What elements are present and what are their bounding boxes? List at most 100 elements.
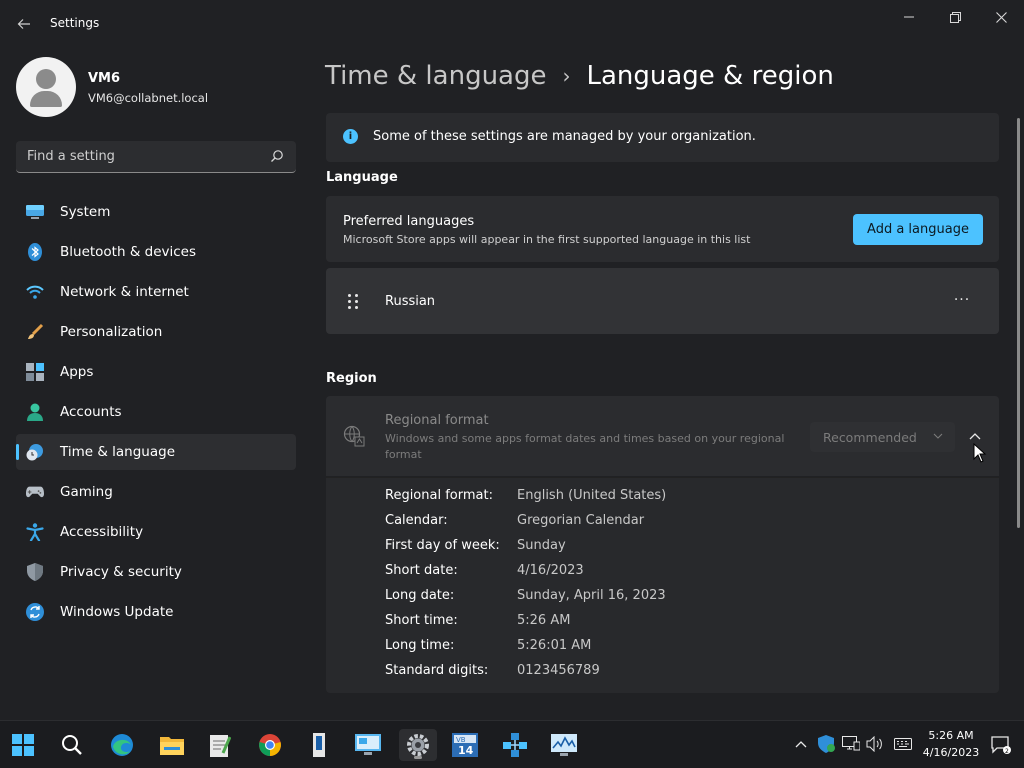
taskbar-network-tool[interactable]	[499, 729, 531, 761]
show-hidden-icons-button[interactable]	[795, 733, 807, 755]
scrollbar[interactable]	[1017, 118, 1020, 528]
restore-icon	[949, 11, 961, 23]
sidebar-item-label: Gaming	[60, 484, 113, 500]
svg-text:2: 2	[1005, 748, 1009, 755]
sidebar-item-personalization[interactable]: Personalization	[16, 314, 296, 350]
sidebar-item-label: Personalization	[60, 324, 163, 340]
search-icon	[271, 150, 283, 162]
detail-key: Calendar:	[385, 513, 448, 528]
gaming-icon	[26, 483, 44, 501]
sidebar-item-bluetooth[interactable]: Bluetooth & devices	[16, 234, 296, 270]
preferred-languages-title: Preferred languages	[343, 214, 475, 229]
minimize-icon	[904, 16, 914, 18]
detail-key: Standard digits:	[385, 663, 489, 678]
update-icon	[26, 603, 44, 621]
sidebar-item-privacy[interactable]: Privacy & security	[16, 554, 296, 590]
info-icon: i	[343, 129, 358, 144]
sidebar-item-label: Network & internet	[60, 284, 189, 300]
restore-button[interactable]	[939, 6, 971, 28]
taskbar-file-explorer[interactable]	[156, 729, 188, 761]
system-clock[interactable]: 5:26 AM 4/16/2023	[920, 727, 982, 761]
accounts-icon	[26, 403, 44, 421]
language-section-title: Language	[326, 170, 398, 185]
volume-icon	[866, 736, 882, 752]
start-icon	[12, 734, 34, 756]
close-icon	[995, 11, 1007, 23]
sidebar-item-windows-update[interactable]: Windows Update	[16, 594, 296, 630]
banner-text: Some of these settings are managed by yo…	[373, 129, 756, 144]
detail-value: 5:26 AM	[517, 613, 571, 628]
preferred-languages-subtitle: Microsoft Store apps will appear in the …	[343, 233, 751, 246]
active-app-indicator	[414, 756, 422, 759]
detail-value: English (United States)	[517, 488, 667, 503]
chevron-up-icon	[969, 433, 981, 440]
performance-icon	[551, 734, 577, 756]
mouse-cursor-icon	[973, 443, 987, 463]
bluetooth-icon	[26, 243, 44, 261]
shield-icon	[818, 735, 835, 753]
search-icon	[62, 735, 82, 755]
user-profile[interactable]: VM6 VM6@collabnet.local	[16, 57, 296, 117]
detail-key: Long date:	[385, 588, 455, 603]
sidebar-item-gaming[interactable]: Gaming	[16, 474, 296, 510]
minimize-button[interactable]	[893, 6, 925, 28]
breadcrumb-separator-icon: ›	[562, 64, 571, 88]
taskbar-settings[interactable]	[399, 729, 437, 761]
sidebar-item-accounts[interactable]: Accounts	[16, 394, 296, 430]
taskbar-search-button[interactable]	[56, 729, 88, 761]
taskbar-vm14[interactable]: VB 14	[449, 729, 481, 761]
brush-icon	[26, 323, 44, 341]
sidebar-item-accessibility[interactable]: Accessibility	[16, 514, 296, 550]
sidebar-item-label: Windows Update	[60, 604, 174, 620]
detail-key: Short date:	[385, 563, 458, 578]
taskbar-notepad[interactable]	[204, 729, 236, 761]
regional-format-header[interactable]: Regional format Windows and some apps fo…	[326, 396, 999, 476]
shield-icon	[26, 563, 44, 581]
sidebar-item-network[interactable]: Network & internet	[16, 274, 296, 310]
taskbar-server-manager[interactable]	[303, 729, 335, 761]
preferred-languages-card: Preferred languages Microsoft Store apps…	[326, 196, 999, 262]
notifications-button[interactable]: 2	[991, 735, 1011, 755]
language-name: Russian	[385, 294, 436, 309]
taskbar-performance-monitor[interactable]	[548, 729, 580, 761]
sidebar-item-label: Bluetooth & devices	[60, 244, 197, 260]
sidebar-item-label: Accessibility	[60, 524, 144, 540]
detail-value: 5:26:01 AM	[517, 638, 592, 653]
network-icon	[503, 733, 527, 757]
regional-format-title: Regional format	[385, 413, 489, 428]
keyboard-icon	[894, 738, 912, 750]
edge-icon	[111, 734, 133, 756]
language-row-russian[interactable]: Russian ···	[326, 268, 999, 334]
clock-date: 4/16/2023	[922, 746, 980, 759]
close-button[interactable]	[985, 6, 1017, 28]
page-title: Language & region	[586, 61, 834, 91]
sidebar-item-time-language[interactable]: Time & language	[16, 434, 296, 470]
breadcrumb: Time & language › Language & region	[325, 58, 834, 94]
back-button[interactable]	[12, 12, 36, 36]
tray-network[interactable]	[842, 733, 860, 755]
notepad-icon	[210, 735, 231, 757]
profile-email: VM6@collabnet.local	[88, 91, 209, 105]
taskbar-edge[interactable]	[106, 729, 138, 761]
breadcrumb-parent-link[interactable]: Time & language	[325, 61, 546, 91]
settings-icon	[407, 734, 429, 756]
sidebar-item-label: System	[60, 204, 111, 220]
sidebar-item-label: Privacy & security	[60, 564, 182, 580]
avatar	[16, 57, 76, 117]
tray-keyboard[interactable]	[894, 733, 912, 755]
start-button[interactable]	[7, 729, 39, 761]
tray-volume[interactable]	[866, 733, 884, 755]
taskbar-chrome[interactable]	[254, 729, 286, 761]
tray-defender[interactable]	[818, 733, 836, 755]
regional-format-dropdown[interactable]: Recommended	[810, 422, 955, 452]
search-input[interactable]: Find a setting	[16, 141, 296, 173]
sidebar-item-system[interactable]: System	[16, 194, 296, 230]
drag-handle-icon[interactable]	[348, 294, 360, 310]
taskbar-computer-management[interactable]	[352, 729, 384, 761]
detail-value: 4/16/2023	[517, 563, 584, 578]
svg-text:14: 14	[458, 744, 474, 757]
add-language-button[interactable]: Add a language	[853, 214, 983, 245]
sidebar-item-apps[interactable]: Apps	[16, 354, 296, 390]
clock-time: 5:26 AM	[928, 729, 974, 742]
more-options-button[interactable]: ···	[948, 286, 976, 314]
